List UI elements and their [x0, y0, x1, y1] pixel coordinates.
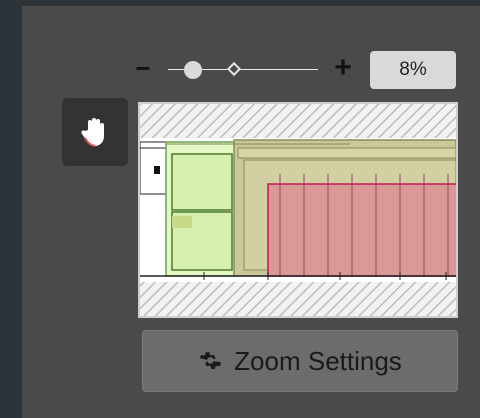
hand-icon: [81, 118, 104, 147]
zoom-out-button[interactable]: −: [132, 54, 154, 82]
zoom-settings-label: Zoom Settings: [234, 345, 402, 376]
canvas-preview-thumbnail[interactable]: [138, 102, 458, 318]
canvas-preview-image: [140, 104, 456, 316]
preview-bottom-margin: [140, 282, 456, 316]
zoom-settings-button[interactable]: Zoom Settings: [142, 330, 458, 392]
gear-icon: [199, 352, 222, 369]
pan-tool-button[interactable]: [62, 98, 128, 166]
zoom-in-button[interactable]: +: [330, 53, 356, 83]
preview-top-margin: [140, 104, 456, 138]
zoom-controls: − + 8%: [130, 50, 460, 90]
zoom-percent-field[interactable]: 8%: [370, 51, 456, 89]
preview-pink-region: [267, 183, 456, 277]
zoom-slider-default-marker: [226, 61, 242, 77]
zoom-slider[interactable]: [168, 58, 320, 82]
zoom-slider-thumb[interactable]: [184, 61, 202, 79]
